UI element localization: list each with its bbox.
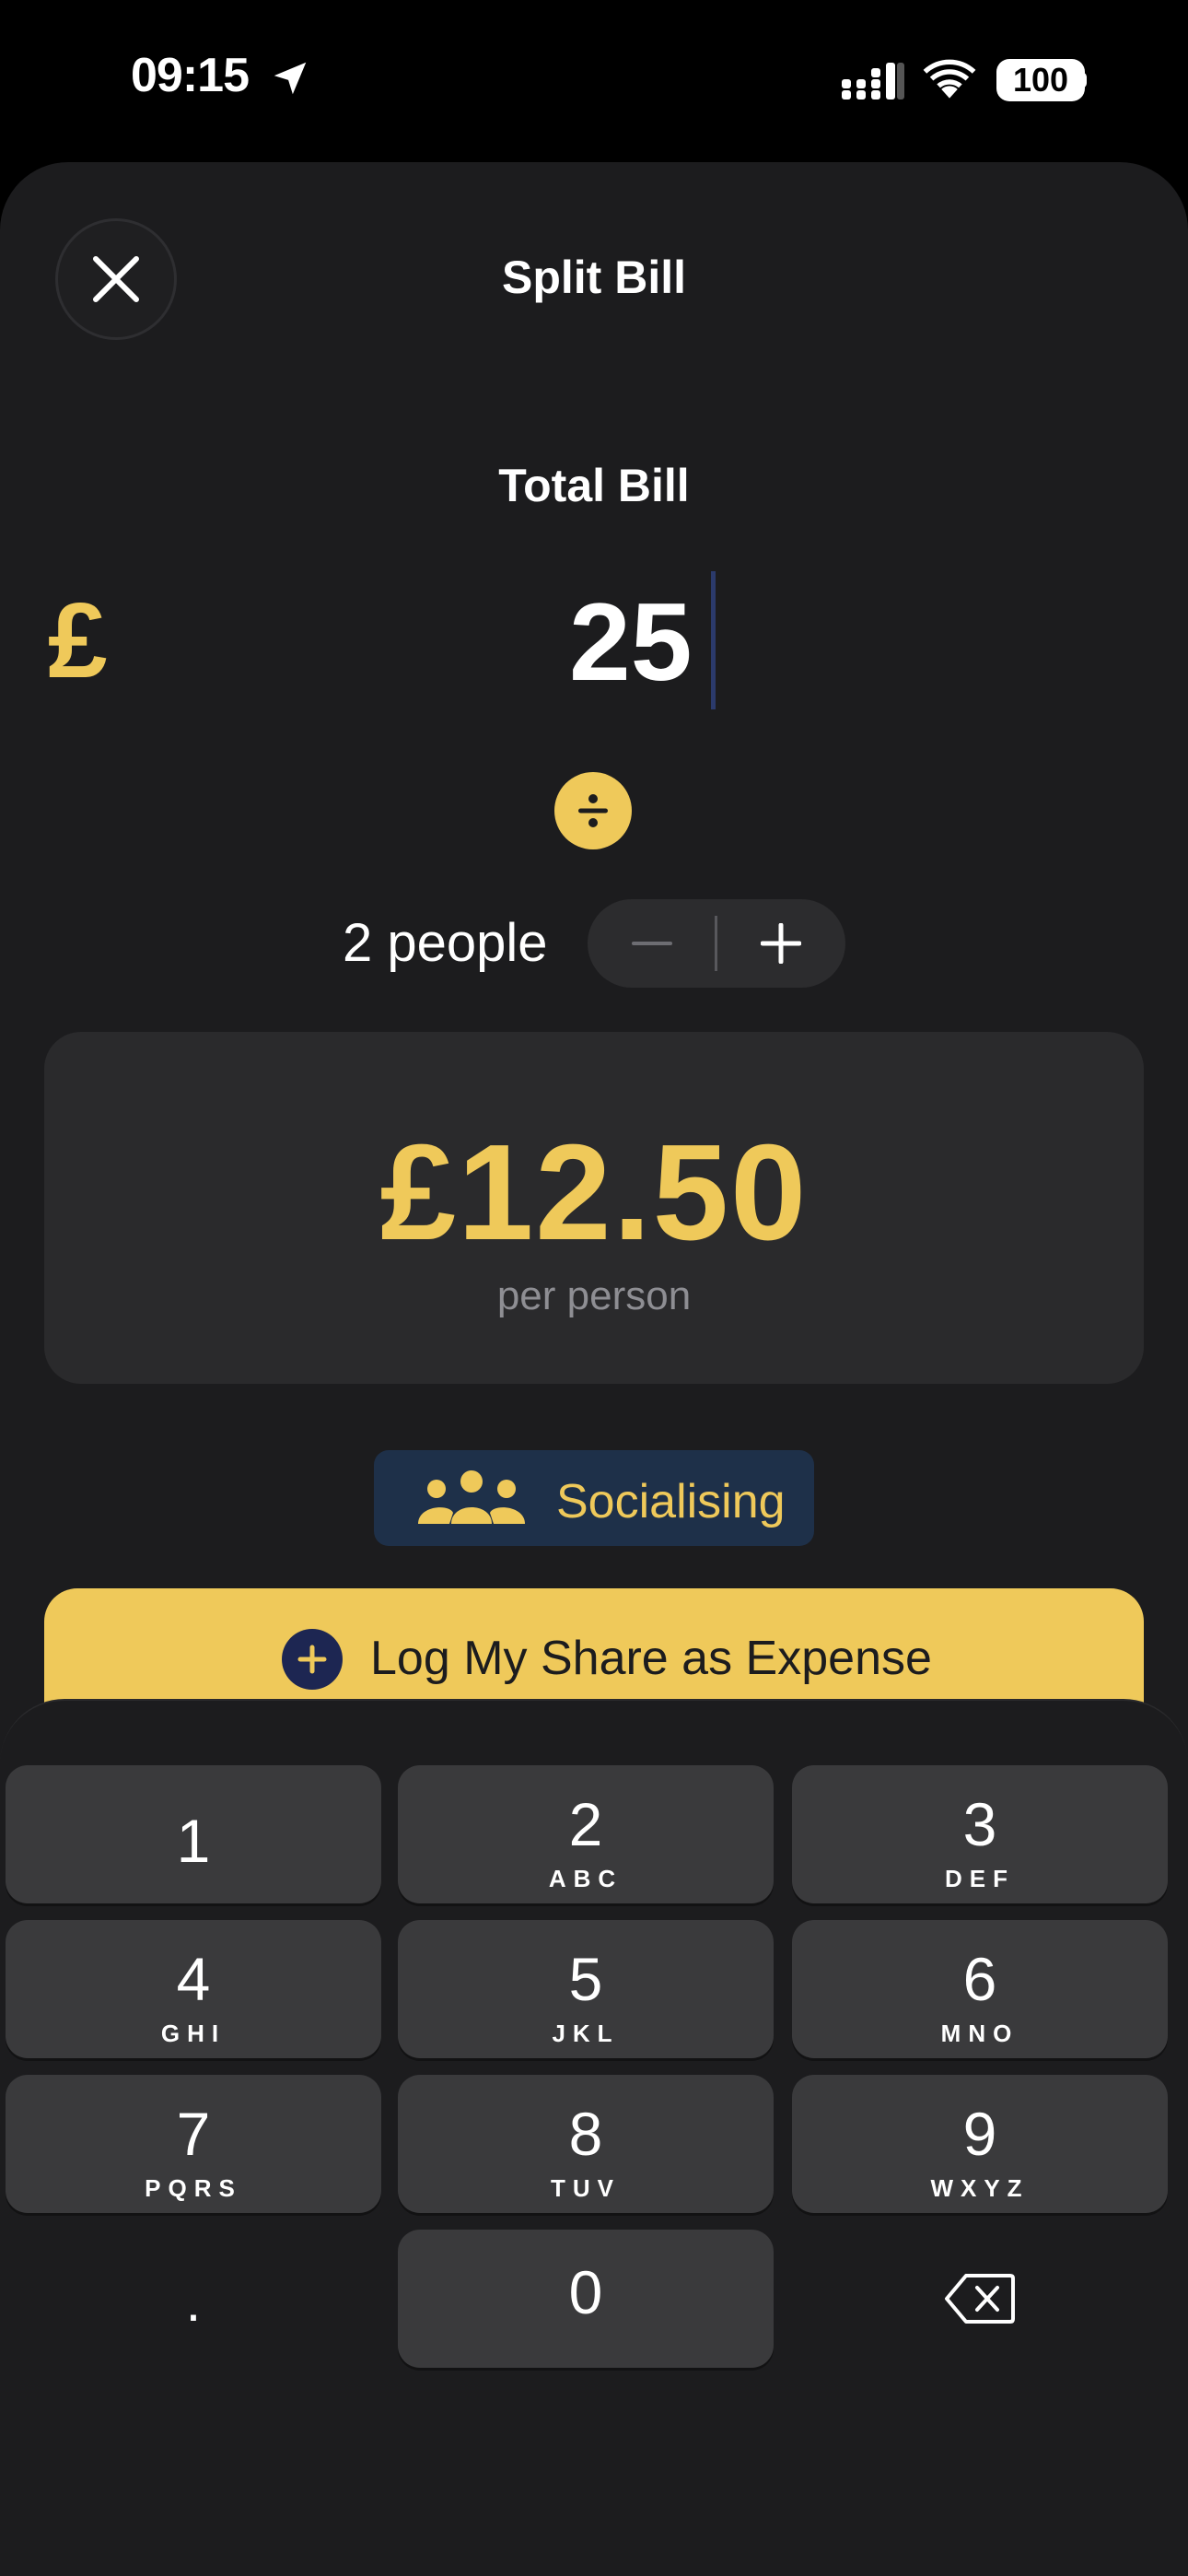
per-person-label: per person [496, 1273, 692, 1318]
key-letters: DEF [945, 1865, 1015, 1892]
people-stepper [588, 899, 845, 988]
backspace-icon [945, 2274, 1015, 2324]
plus-circle-icon [282, 1629, 343, 1690]
key-digit: 6 [962, 1945, 997, 2013]
battery-nub [1079, 72, 1087, 88]
key-6[interactable]: 6 MNO [792, 1920, 1168, 2058]
key-digit: 3 [962, 1790, 997, 1858]
key-9[interactable]: 9 WXYZ [792, 2075, 1168, 2213]
key-digit: 5 [568, 1945, 603, 2013]
currency-symbol: £ [48, 580, 108, 700]
decrement-people-button[interactable] [588, 899, 716, 988]
key-letters: PQRS [145, 2174, 242, 2202]
key-3[interactable]: 3 DEF [792, 1765, 1168, 1903]
increment-people-button[interactable] [716, 899, 845, 988]
wifi-icon [923, 59, 976, 99]
location-arrow-icon [274, 62, 307, 95]
total-bill-input[interactable]: 25 [569, 579, 692, 706]
key-1[interactable]: 1 [6, 1765, 381, 1903]
key-4[interactable]: 4 GHI [6, 1920, 381, 2058]
text-cursor [711, 571, 716, 709]
key-digit: 7 [176, 2100, 211, 2168]
key-digit: 2 [568, 1790, 603, 1858]
key-digit: 8 [568, 2100, 603, 2168]
key-letters: TUV [551, 2174, 621, 2202]
delete-key[interactable] [792, 2230, 1168, 2368]
status-bar: 09:15 100 [0, 0, 1188, 162]
key-decimal[interactable]: . [6, 2230, 381, 2368]
people-count-label: 2 people [343, 913, 548, 973]
key-letters: ABC [548, 1865, 623, 1892]
category-chip[interactable]: Socialising [374, 1450, 814, 1546]
divide-icon [554, 772, 632, 849]
key-letters: MNO [940, 2020, 1019, 2047]
plus-icon [761, 923, 801, 964]
key-0[interactable]: 0 [398, 2230, 774, 2368]
people-group-icon [418, 1470, 525, 1524]
minus-icon [632, 942, 672, 945]
key-5[interactable]: 5 JKL [398, 1920, 774, 2058]
key-letters: JKL [552, 2020, 620, 2047]
battery-icon: 100 [996, 59, 1085, 101]
page-title: Split Bill [502, 252, 686, 303]
per-person-amount: £12.50 [379, 1117, 809, 1269]
status-time: 09:15 [131, 49, 250, 102]
category-label: Socialising [556, 1475, 786, 1528]
signal-icon [842, 63, 904, 100]
key-digit: 1 [176, 1807, 211, 1875]
key-8[interactable]: 8 TUV [398, 2075, 774, 2213]
key-letters: GHI [160, 2020, 227, 2047]
log-share-label: Log My Share as Expense [370, 1632, 932, 1685]
key-decimal-label: . [185, 2271, 202, 2333]
key-7[interactable]: 7 PQRS [6, 2075, 381, 2213]
total-bill-label: Total Bill [498, 460, 690, 511]
key-2[interactable]: 2 ABC [398, 1765, 774, 1903]
per-person-card: £12.50 per person [44, 1032, 1144, 1384]
key-letters: WXYZ [930, 2174, 1030, 2202]
key-digit: 4 [176, 1945, 211, 2013]
key-digit: 0 [568, 2258, 603, 2326]
key-digit: 9 [962, 2100, 997, 2168]
